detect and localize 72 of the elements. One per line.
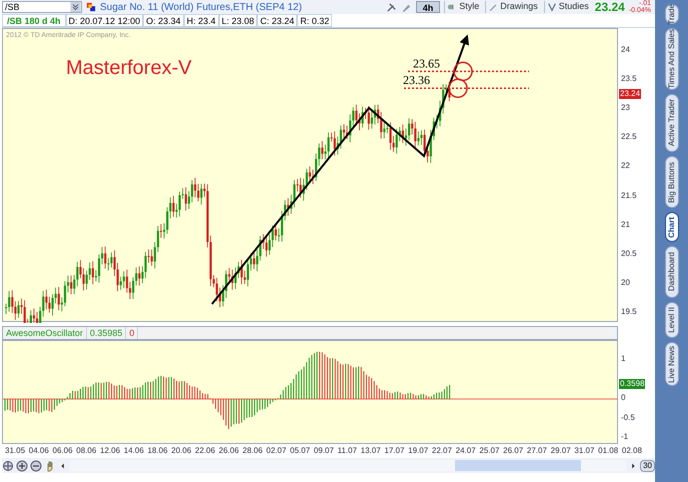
axis-label: 22.5 [621, 133, 637, 142]
date-label: 05.07 [290, 447, 310, 457]
axis-label: 23 [621, 104, 630, 112]
axis-label: 20.5 [621, 250, 637, 258]
price-badge: 23.24 [619, 89, 642, 100]
date-label: 14.06 [124, 447, 144, 457]
date-label: 25.07 [479, 447, 500, 457]
date-label: 06.06 [52, 447, 73, 457]
date-label: 26.07 [503, 447, 524, 457]
chart-label: Masterforex-V [66, 56, 192, 81]
interval-button[interactable]: 4h [416, 1, 440, 13]
date-label: 22.07 [432, 447, 452, 457]
toolbar-button[interactable]: Style [444, 1, 482, 13]
ohlc-value: D: 20.07.12 12:00 [66, 14, 144, 27]
ohlc-value: C: 23.24 [257, 14, 298, 27]
date-label: 04.06 [28, 447, 49, 457]
date-label: 02.08 [622, 447, 642, 457]
side-tab[interactable]: Live News [664, 342, 678, 386]
date-label: 13.07 [360, 447, 381, 457]
date-label: 31.07 [574, 447, 594, 457]
date-label: 08.06 [76, 447, 96, 457]
instrument-name[interactable]: Sugar No. 11 (World) Futures,ETH (SEP4 12) [100, 0, 302, 14]
axis-label: 23.5 [621, 75, 637, 84]
date-label: 22.06 [195, 447, 216, 457]
ohlc-value: H: 23.4 [184, 14, 219, 27]
date-label: 17.07 [384, 447, 404, 457]
axis-label: 24 [621, 46, 630, 54]
axis-label: 0 [621, 394, 626, 402]
toolbar-button[interactable]: Drawings [485, 1, 540, 13]
side-tab[interactable]: Active Trader [664, 94, 678, 152]
date-label: 09.07 [314, 447, 334, 457]
axis-label: -0.5 [621, 414, 635, 422]
axis-label: 20 [621, 278, 630, 287]
axis-label: 19.5 [621, 308, 637, 316]
date-label: 11.07 [338, 447, 357, 457]
date-label: 18.06 [148, 447, 168, 457]
side-tab[interactable]: Chart [664, 212, 678, 242]
date-label: 20.06 [171, 447, 192, 457]
study-value: 0.35985 [86, 327, 126, 339]
axis-label: 22 [621, 162, 630, 170]
ohlc-value: R: 0.32 [297, 14, 332, 27]
date-label: 29.07 [550, 447, 571, 457]
axis-label: 21 [621, 220, 630, 229]
date-label: 28.06 [242, 447, 263, 457]
side-tab[interactable]: Dashboard [664, 246, 678, 298]
date-label: 26.06 [218, 447, 239, 457]
toolbar-button[interactable]: Studies [544, 1, 591, 13]
ohlc-value: L: 23.08 [218, 14, 258, 27]
side-tab[interactable]: Big Buttons [664, 156, 678, 208]
last-price: 23.24 [594, 1, 625, 13]
date-label: 12.06 [100, 447, 120, 457]
side-tab[interactable]: Times And Sales [664, 28, 678, 90]
date-label: 27.07 [526, 447, 547, 457]
level-label: 23.65 [413, 56, 440, 70]
value-badge: 0.3598 [619, 378, 646, 389]
symbol-field[interactable]: /SB [2, 1, 82, 13]
axis-label: -1 [621, 433, 628, 441]
date-label: 02.07 [266, 447, 286, 457]
study-signal: 0 [126, 327, 138, 339]
side-tab[interactable]: Level II [664, 302, 678, 338]
level-label: 23.36 [403, 73, 430, 88]
date-label: 24.07 [456, 447, 476, 457]
axis-label: 21.5 [621, 192, 637, 200]
side-tab[interactable]: Trade [664, 4, 678, 24]
ohlc-value: O: 23.34 [143, 14, 184, 27]
date-label: 19.07 [408, 447, 428, 457]
chart-title: /SB 180 d 4h [2, 14, 66, 27]
date-label: 01.08 [598, 447, 618, 457]
axis-label: 1 [621, 355, 626, 363]
date-label: 31.05 [5, 447, 26, 457]
period-button[interactable]: 30 [640, 460, 655, 472]
study-name: AwesomeOscillator [3, 327, 87, 339]
